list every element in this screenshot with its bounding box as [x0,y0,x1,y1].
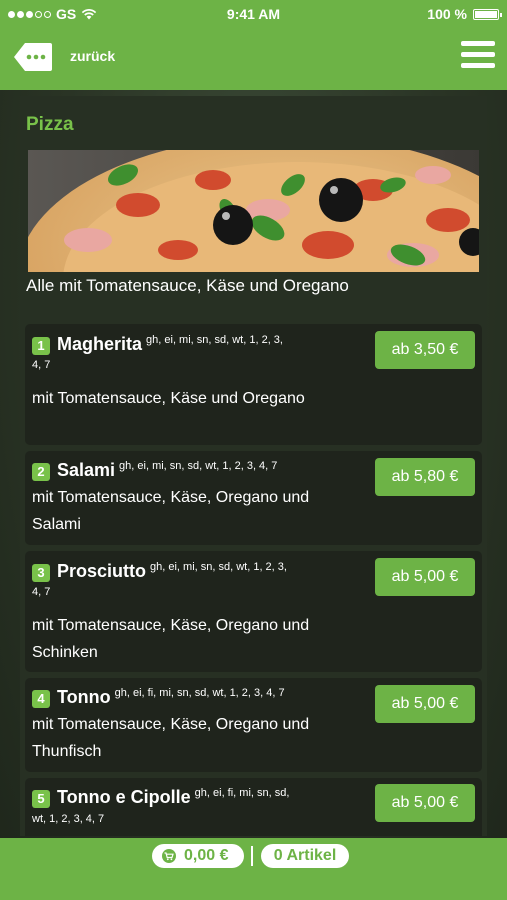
cart-count-button[interactable]: 0 Artikel [261,844,349,868]
cart-bar: 0,00 € 0 Artikel [0,838,507,900]
item-allergens: gh, ei, fi, mi, sn, sd, [194,787,290,799]
menu-item[interactable]: 2 Salami gh, ei, mi, sn, sd, wt, 1, 2, 3,… [25,451,482,545]
item-description: mit Tomatensauce, Käse, Oregano und Thun… [32,716,310,760]
battery-indicator: 100 % [427,6,502,22]
back-tag-icon [14,43,52,71]
menu-item[interactable]: 1 Magherita gh, ei, mi, sn, sd, wt, 1, 2,… [25,324,482,445]
item-name: Prosciutto gh, ei, mi, sn, sd, wt, 1, 2, … [57,561,287,581]
item-allergens-cont: 4, 7 [32,359,51,371]
item-allergens: gh, ei, mi, sn, sd, wt, 1, 2, 3, [150,561,287,573]
item-name: Salami gh, ei, mi, sn, sd, wt, 1, 2, 3, 4… [57,460,278,480]
cart-total: 0,00 € [184,847,229,864]
battery-percent: 100 % [427,6,467,22]
status-bar: GS 9:41 AM 100 % [0,0,507,28]
item-number-badge: 4 [32,690,50,708]
back-label[interactable]: zurück [70,48,115,64]
item-number-badge: 2 [32,463,50,481]
cart-icon [162,849,176,863]
item-description: mit Tomatensauce, Käse, Oregano und Sala… [32,489,310,533]
price-button[interactable]: ab 5,00 € [375,558,475,596]
price-button[interactable]: ab 3,50 € [375,331,475,369]
item-description: mit Tomatensauce, Käse, Oregano und Schi… [32,617,310,661]
price-button[interactable]: ab 5,80 € [375,458,475,496]
item-number-badge: 1 [32,337,50,355]
cart-total-button[interactable]: 0,00 € [152,844,244,868]
menu-item[interactable]: 4 Tonno gh, ei, fi, mi, sn, sd, wt, 1, 2,… [25,678,482,772]
divider [251,846,253,866]
hamburger-menu-icon[interactable] [461,41,495,71]
item-number-badge: 5 [32,790,50,808]
price-button[interactable]: ab 5,00 € [375,685,475,723]
item-name: Magherita gh, ei, mi, sn, sd, wt, 1, 2, 3… [57,334,283,354]
item-allergens-cont: 4, 7 [32,586,51,598]
back-button[interactable] [13,42,53,77]
menu-item[interactable]: 3 Prosciutto gh, ei, mi, sn, sd, wt, 1, 2… [25,551,482,672]
nav-bar: zurück [0,28,507,90]
item-number-badge: 3 [32,564,50,582]
category-description: Alle mit Tomatensauce, Käse und Oregano [26,276,349,295]
item-name: Tonno e Cipolle gh, ei, fi, mi, sn, sd, [57,787,290,807]
battery-icon [473,8,502,20]
item-allergens: gh, ei, mi, sn, sd, wt, 1, 2, 3, 4, 7 [119,460,278,472]
pizza-image [28,150,479,272]
menu-item[interactable]: 5 Tonno e Cipolle gh, ei, fi, mi, sn, sd,… [25,778,482,836]
category-title: Pizza [26,114,74,135]
item-description: mit Tomatensauce, Käse und Oregano [32,390,305,407]
item-allergens: gh, ei, mi, sn, sd, wt, 1, 2, 3, [146,334,283,346]
item-allergens-cont: wt, 1, 2, 3, 4, 7 [32,813,105,825]
item-allergens: gh, ei, fi, mi, sn, sd, wt, 1, 2, 3, 4, … [114,687,285,699]
item-name: Tonno gh, ei, fi, mi, sn, sd, wt, 1, 2, 3… [57,687,285,707]
price-button[interactable]: ab 5,00 € [375,784,475,822]
menu-panel: Pizza Alle mit Tomatensauce, Käse und Or… [20,96,487,836]
